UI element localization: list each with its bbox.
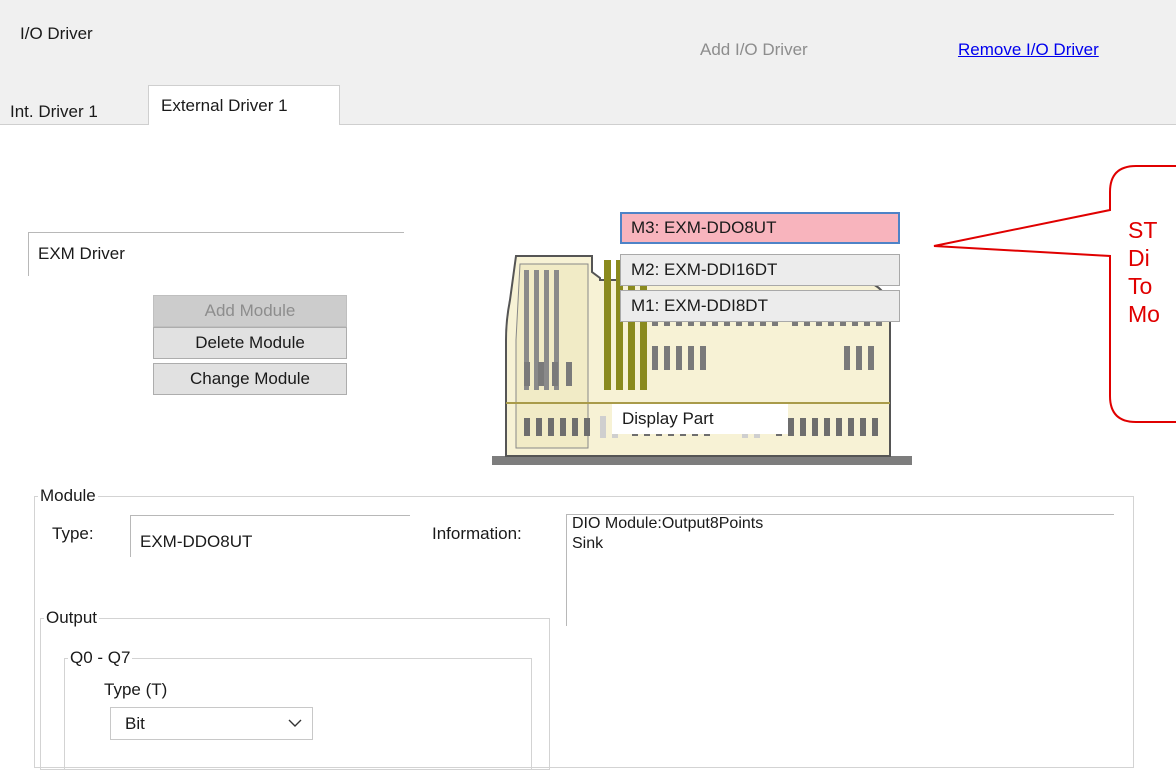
output-type-label: Type (T) bbox=[104, 680, 168, 699]
remove-io-driver-link[interactable]: Remove I/O Driver bbox=[958, 40, 1099, 60]
display-part-label[interactable]: Display Part bbox=[612, 404, 788, 434]
module-item-m2[interactable]: M2: EXM-DDI16DT bbox=[620, 254, 900, 286]
add-module-button[interactable]: Add Module bbox=[153, 295, 347, 327]
tab-int-driver-1[interactable]: Int. Driver 1 bbox=[10, 102, 98, 122]
module-type-value: EXM-DDO8UT bbox=[140, 532, 253, 551]
q-range-title: Q0 - Q7 bbox=[68, 648, 133, 668]
module-item-m1[interactable]: M1: EXM-DDI8DT bbox=[620, 290, 900, 322]
module-item-m3[interactable]: M3: EXM-DDO8UT bbox=[620, 212, 900, 244]
window-title: I/O Driver bbox=[20, 24, 93, 43]
information-text: DIO Module:Output8Points Sink bbox=[572, 515, 764, 552]
change-module-button[interactable]: Change Module bbox=[153, 363, 347, 395]
callout-line-1: ST bbox=[1128, 217, 1158, 243]
module-type-label: Type: bbox=[52, 524, 94, 543]
callout-text: ST Di To Mo bbox=[1128, 216, 1160, 328]
callout-line-2: Di bbox=[1128, 245, 1150, 271]
callout-line-4: Mo bbox=[1128, 301, 1160, 327]
tab-external-driver-1[interactable]: External Driver 1 bbox=[148, 85, 340, 125]
output-group-title: Output bbox=[44, 608, 100, 628]
information-label: Information: bbox=[432, 524, 522, 543]
output-type-select[interactable]: Bit bbox=[110, 707, 313, 740]
chevron-down-icon bbox=[288, 708, 302, 749]
delete-module-button[interactable]: Delete Module bbox=[153, 327, 347, 359]
module-group-title: Module bbox=[38, 486, 98, 506]
add-io-driver-link[interactable]: Add I/O Driver bbox=[700, 40, 808, 60]
driver-name-value: EXM Driver bbox=[38, 244, 125, 263]
output-type-selected-value: Bit bbox=[125, 714, 145, 733]
callout-line-3: To bbox=[1128, 273, 1153, 299]
